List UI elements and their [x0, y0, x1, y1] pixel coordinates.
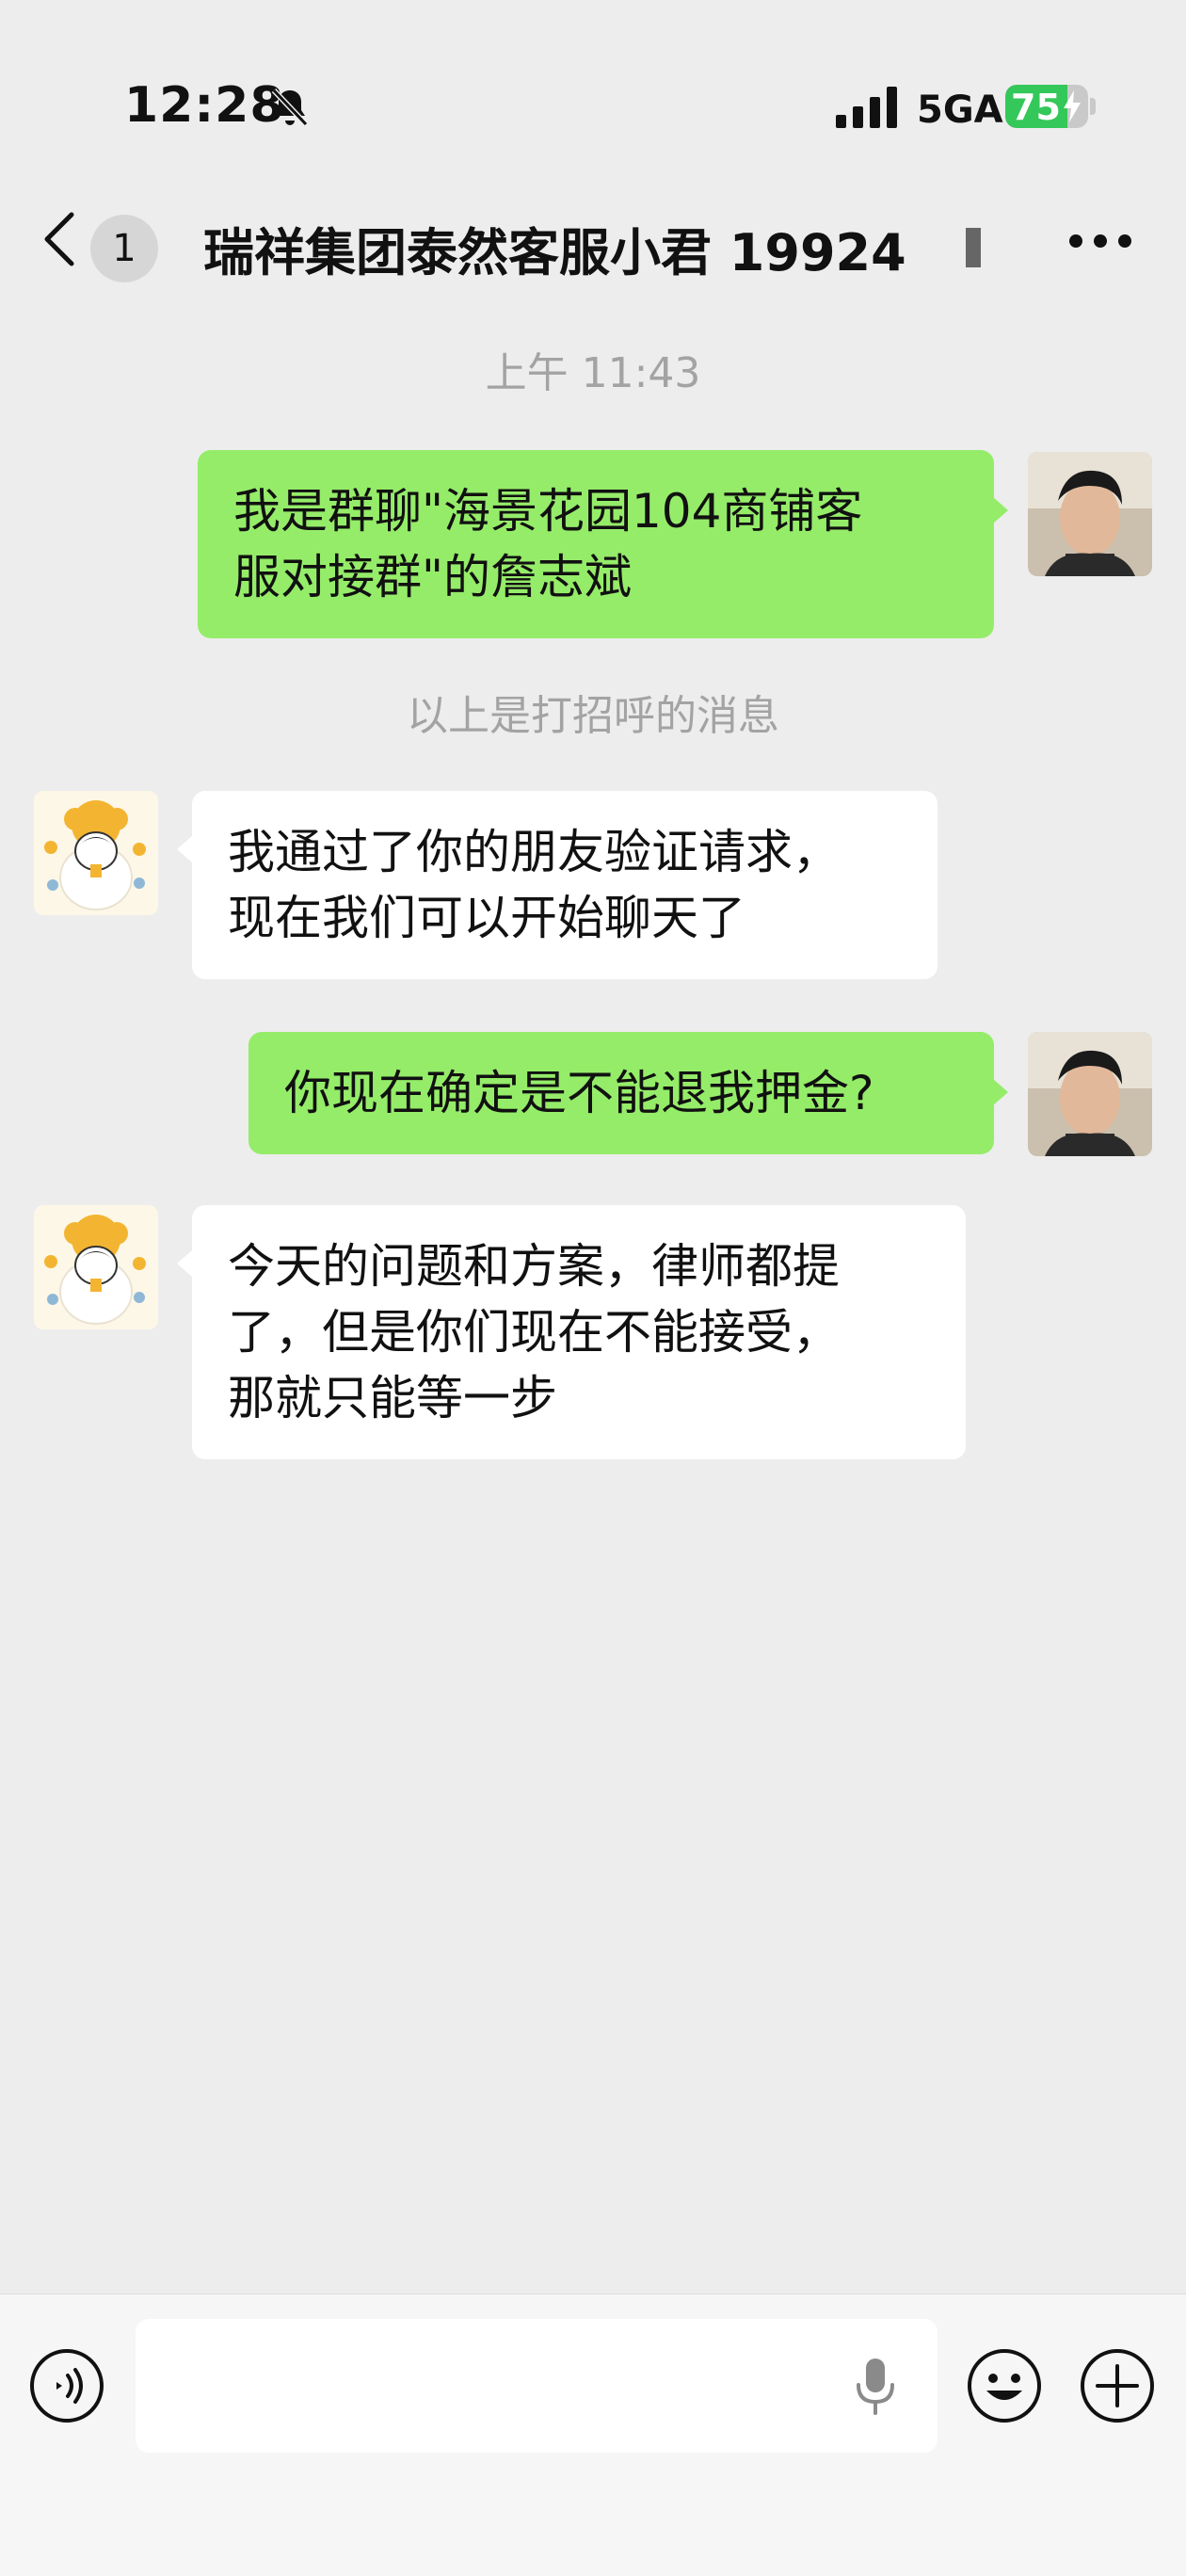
status-bar: 12:28 5GA 75 [0, 0, 1186, 179]
system-note: 以上是打招呼的消息 [407, 692, 779, 740]
battery-nub [1090, 98, 1096, 115]
bubble-tail [177, 836, 192, 862]
emoji-icon[interactable] [966, 2347, 1043, 2424]
message-bubble-incoming[interactable]: 我通过了你的朋友验证请求， 现在我们可以开始聊天了 [192, 791, 938, 979]
message-bubble-outgoing[interactable]: 我是群聊"海景花园104商铺客 服对接群"的詹志斌 [198, 450, 994, 638]
charging-bolt-icon [1064, 90, 1081, 122]
input-bar [0, 2294, 1186, 2576]
bubble-tail [993, 1079, 1008, 1105]
unread-count-badge[interactable]: 1 [90, 215, 158, 282]
message-timestamp: 上午 11:43 [485, 349, 701, 397]
message-input[interactable] [136, 2319, 938, 2453]
microphone-icon[interactable] [851, 2355, 900, 2419]
signal-icon [836, 87, 897, 128]
voice-icon[interactable] [28, 2347, 105, 2424]
message-bubble-incoming[interactable]: 今天的问题和方案，律师都提 了，但是你们现在不能接受， 那就只能等一步 [192, 1205, 966, 1459]
my-avatar[interactable] [1028, 1032, 1152, 1156]
chat-title[interactable]: 瑞祥集团泰然客服小君 19924 [203, 211, 985, 277]
message-bubble-outgoing[interactable]: 你现在确定是不能退我押金? [248, 1032, 994, 1154]
bubble-tail [177, 1250, 192, 1277]
my-avatar-photo-icon [1028, 1032, 1152, 1156]
contact-avatar-cartoon-icon [34, 791, 158, 915]
contact-avatar[interactable] [34, 791, 158, 915]
title-redaction [913, 217, 985, 273]
chat-screen: 12:28 5GA 75 1 瑞祥集团泰然客服小君 19924 上午 11:43… [0, 0, 1186, 2576]
plus-icon[interactable] [1079, 2347, 1156, 2424]
contact-avatar-cartoon-icon [34, 1205, 158, 1329]
contact-avatar[interactable] [34, 1205, 158, 1329]
bubble-tail [993, 497, 1008, 523]
battery-icon: 75 [1005, 85, 1088, 128]
back-chevron-icon[interactable] [40, 211, 77, 267]
network-type: 5GA [917, 89, 1003, 132]
my-avatar-photo-icon [1028, 452, 1152, 576]
status-time: 12:28 [124, 77, 285, 134]
my-avatar[interactable] [1028, 452, 1152, 576]
more-dots-icon[interactable] [1067, 230, 1133, 252]
chat-header: 1 瑞祥集团泰然客服小君 19924 [0, 179, 1186, 301]
bell-muted-icon [271, 88, 309, 127]
battery-level: 75 [1011, 87, 1061, 128]
